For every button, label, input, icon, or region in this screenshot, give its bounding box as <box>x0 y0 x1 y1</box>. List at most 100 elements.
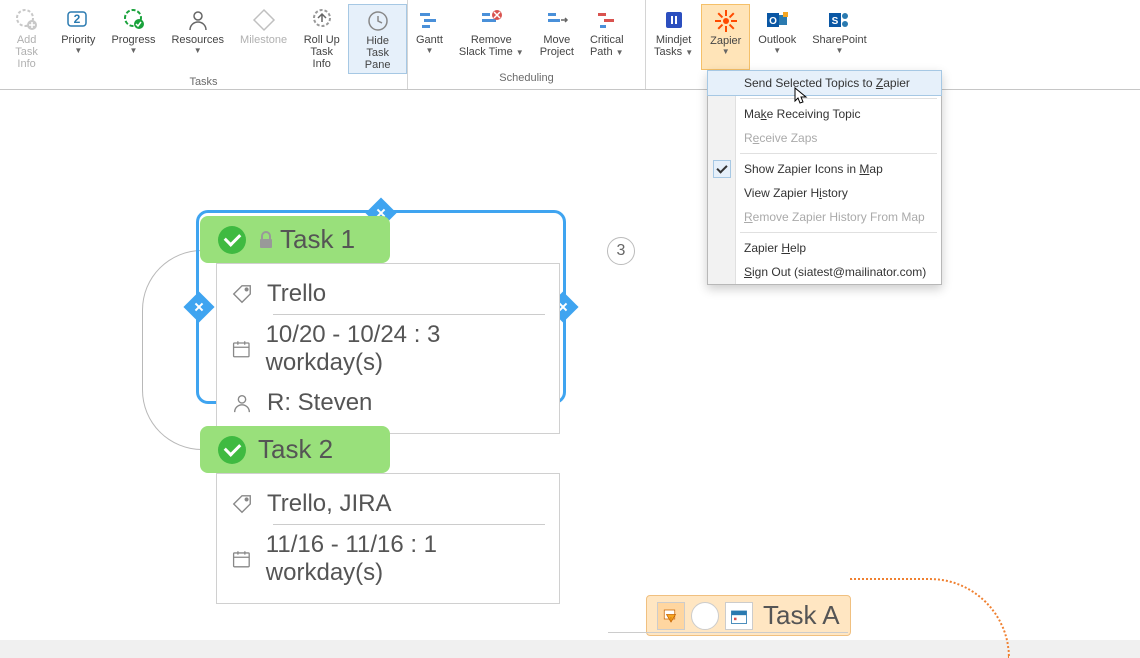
chevron-down-icon: ▼ <box>74 46 82 55</box>
critical-path-icon <box>595 8 619 32</box>
svg-text:!: ! <box>670 616 672 623</box>
person-icon <box>231 392 253 414</box>
task-info-icon <box>15 8 39 32</box>
move-project-icon <box>545 8 569 32</box>
resources-label: Resources <box>171 34 224 46</box>
task-title: Task 1 <box>280 224 355 255</box>
menu-separator <box>740 98 937 99</box>
task-body: Trello 10/20 - 10/24 : 3 workday(s) R: S… <box>216 263 560 434</box>
alert-icon: ! <box>657 602 685 630</box>
calendar-icon <box>231 548 252 570</box>
calendar-icon <box>231 338 252 360</box>
critical-path-button[interactable]: CriticalPath ▼ <box>582 4 632 70</box>
connector-dotted <box>850 578 1010 658</box>
move-project-label: MoveProject <box>540 34 574 58</box>
zapier-dropdown-menu: Send Selected Topics to Zapier Make Rece… <box>707 70 942 285</box>
menu-item-view-history[interactable]: View Zapier History <box>708 181 941 205</box>
menu-item-signout[interactable]: Sign Out (siatest@mailinator.com) <box>708 260 941 284</box>
priority-button[interactable]: 2 Priority ▼ <box>53 4 103 74</box>
chevron-down-icon: ▼ <box>773 46 781 55</box>
canvas[interactable]: Task 1 Trello 10/20 - 10/24 : 3 workday(… <box>0 90 1140 640</box>
outlook-label: Outlook <box>758 34 796 46</box>
tag-icon <box>231 283 253 305</box>
task-node-1[interactable]: Task 1 Trello 10/20 - 10/24 : 3 workday(… <box>200 216 560 434</box>
chevron-down-icon: ▼ <box>129 46 137 55</box>
task-title: Task A <box>763 600 840 631</box>
milestone-button: Milestone <box>232 4 295 74</box>
task-title: Task 2 <box>258 434 333 465</box>
progress-label: Progress <box>111 34 155 46</box>
chevron-down-icon: ▼ <box>722 47 730 56</box>
remove-slack-label: RemoveSlack Time ▼ <box>459 34 524 59</box>
menu-separator <box>740 153 937 154</box>
task-body: Trello, JIRA 11/16 - 11/16 : 1 workday(s… <box>216 473 560 604</box>
sharepoint-button[interactable]: S SharePoint ▼ <box>804 4 874 70</box>
task-tag: Trello <box>267 280 326 308</box>
menu-item-remove-history: Remove Zapier History From Map <box>708 205 941 229</box>
remove-slack-icon <box>479 8 503 32</box>
menu-item-help[interactable]: Zapier Help <box>708 236 941 260</box>
hide-task-pane-button[interactable]: Hide TaskPane <box>348 4 407 74</box>
priority-icon: 2 <box>66 8 90 32</box>
milestone-icon <box>252 8 276 32</box>
zapier-label: Zapier <box>710 35 741 47</box>
rollup-label: Roll UpTask Info <box>303 34 340 70</box>
progress-button[interactable]: Progress ▼ <box>103 4 163 74</box>
clock-icon <box>366 9 390 33</box>
task-a-underline <box>608 632 848 633</box>
zapier-icon <box>714 9 738 33</box>
rollup-button[interactable]: Roll UpTask Info <box>295 4 348 74</box>
task-dates: 10/20 - 10/24 : 3 workday(s) <box>266 321 545 377</box>
move-project-button[interactable]: MoveProject <box>532 4 582 70</box>
task-node-a[interactable]: ! Task A <box>646 595 851 636</box>
critical-path-label: CriticalPath ▼ <box>590 34 624 59</box>
check-complete-icon <box>218 226 246 254</box>
add-task-info-label: AddTask Info <box>8 34 45 70</box>
outlook-icon: O <box>765 8 789 32</box>
menu-item-show-icons[interactable]: Show Zapier Icons in Map <box>708 157 941 181</box>
remove-slack-button[interactable]: RemoveSlack Time ▼ <box>451 4 532 70</box>
menu-item-receive-zaps: Receive Zaps <box>708 126 941 150</box>
ribbon: AddTask Info 2 Priority ▼ Progress ▼ Res… <box>0 0 1140 90</box>
task-tag: Trello, JIRA <box>267 490 391 518</box>
group-label-scheduling: Scheduling <box>408 70 645 87</box>
priority-label: Priority <box>61 34 95 46</box>
task-resource: R: Steven <box>267 389 372 417</box>
gantt-button[interactable]: Gantt ▼ <box>408 4 451 70</box>
menu-item-make-receiving[interactable]: Make Receiving Topic <box>708 102 941 126</box>
task-node-2[interactable]: Task 2 Trello, JIRA 11/16 - 11/16 : 1 wo… <box>200 426 560 604</box>
chevron-down-icon: ▼ <box>835 46 843 55</box>
calendar-mini-icon <box>725 602 753 630</box>
mindjet-tasks-button[interactable]: MindjetTasks ▼ <box>646 4 701 70</box>
task-header[interactable]: Task 2 <box>200 426 390 473</box>
task-dates: 11/16 - 11/16 : 1 workday(s) <box>266 531 545 587</box>
ribbon-group-tasks: AddTask Info 2 Priority ▼ Progress ▼ Res… <box>0 0 408 89</box>
task-header[interactable]: Task 1 <box>200 216 390 263</box>
add-task-info-button: AddTask Info <box>0 4 53 74</box>
sharepoint-label: SharePoint <box>812 34 866 46</box>
progress-empty-icon <box>691 602 719 630</box>
connector-line <box>142 250 202 450</box>
person-icon <box>186 8 210 32</box>
gantt-label: Gantt <box>416 34 443 46</box>
progress-icon <box>121 8 145 32</box>
check-icon <box>713 160 731 178</box>
chevron-down-icon: ▼ <box>194 46 202 55</box>
svg-text:2: 2 <box>74 12 81 26</box>
hide-task-pane-label: Hide TaskPane <box>357 35 398 71</box>
tag-icon <box>231 493 253 515</box>
sharepoint-icon: S <box>827 8 851 32</box>
check-complete-icon <box>218 436 246 464</box>
svg-text:O: O <box>769 16 777 27</box>
resources-button[interactable]: Resources ▼ <box>163 4 232 74</box>
mindjet-icon <box>662 8 686 32</box>
svg-text:S: S <box>832 16 839 27</box>
zapier-button[interactable]: Zapier ▼ <box>701 4 750 70</box>
ribbon-group-scheduling: Gantt ▼ RemoveSlack Time ▼ MoveProject C… <box>408 0 646 89</box>
outlook-button[interactable]: O Outlook ▼ <box>750 4 804 70</box>
menu-item-send-selected[interactable]: Send Selected Topics to Zapier <box>708 71 941 95</box>
note-count-badge[interactable]: 3 <box>607 237 635 265</box>
group-label-tasks: Tasks <box>0 74 407 91</box>
menu-separator <box>740 232 937 233</box>
chevron-down-icon: ▼ <box>425 46 433 55</box>
